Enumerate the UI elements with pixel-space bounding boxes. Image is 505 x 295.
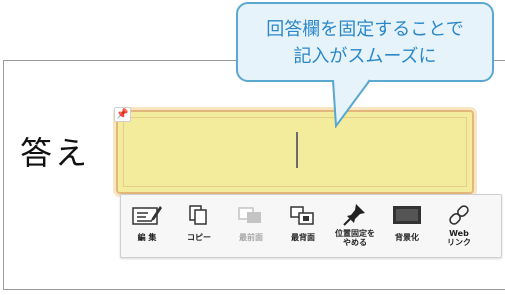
link-icon (449, 205, 469, 225)
copy-label: コピー (187, 233, 211, 242)
background-icon (393, 206, 421, 224)
unpin-button[interactable]: 位置固定を やめる (329, 195, 381, 257)
callout-text: 回答欄を固定することで 記入がスムーズに (238, 16, 492, 70)
object-toolbar: 編 集 コピー 最前面 最背面 位置固定を やめる 背景化 Web リンク (120, 194, 502, 258)
callout-tail (332, 78, 371, 128)
send-back-button[interactable]: 最背面 (277, 195, 329, 257)
copy-button[interactable]: コピー (173, 195, 225, 257)
background-label: 背景化 (395, 233, 419, 242)
edit-icon (132, 206, 162, 225)
callout-line-2: 記入がスムーズに (293, 46, 437, 67)
copy-icon (189, 205, 207, 225)
weblink-label: Web リンク (447, 229, 471, 247)
answer-field[interactable] (116, 110, 474, 194)
pin-marker-icon[interactable]: 📌 (114, 107, 131, 122)
bring-front-button[interactable]: 最前面 (225, 195, 277, 257)
pin-icon (343, 204, 365, 226)
answer-field-inner (123, 117, 467, 187)
edit-label: 編 集 (137, 233, 157, 242)
callout-bubble: 回答欄を固定することで 記入がスムーズに (236, 2, 494, 82)
send-back-label: 最背面 (291, 233, 315, 242)
bring-front-label: 最前面 (239, 233, 263, 242)
weblink-button[interactable]: Web リンク (433, 195, 485, 257)
background-button[interactable]: 背景化 (381, 195, 433, 257)
callout-line-1: 回答欄を固定することで (266, 19, 464, 40)
answer-label: 答え (20, 134, 91, 172)
edit-button[interactable]: 編 集 (121, 195, 173, 257)
send-back-icon (290, 206, 314, 225)
bring-front-icon (238, 207, 261, 223)
unpin-label: 位置固定を やめる (335, 229, 375, 247)
text-caret (296, 132, 298, 168)
